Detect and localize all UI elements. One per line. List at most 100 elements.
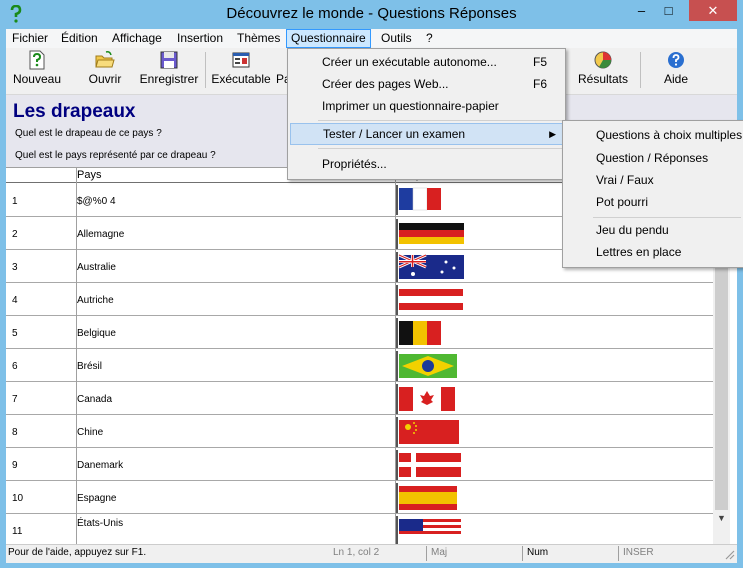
table-row[interactable]: 5 Belgique [6,316,713,349]
minimize-button[interactable]: – [628,0,655,21]
resultats-label: Résultats [577,72,629,86]
country-cell[interactable]: Espagne [77,493,116,504]
close-button[interactable]: ✕ [689,0,737,21]
menu-questionnaire[interactable]: Questionnaire [286,29,371,48]
spain-flag-icon [396,483,457,513]
menu-themes[interactable]: Thèmes [237,31,280,45]
menu-item-creer-executable[interactable]: Créer un exécutable autonome... F5 [290,51,563,73]
submenu-item-qcm[interactable]: Questions à choix multiples [596,128,742,142]
table-row[interactable]: 9 Danemark [6,448,713,481]
row-number: 11 [12,526,23,537]
submenu-item-lettres-en-place[interactable]: Lettres en place [596,245,681,259]
toolbar-separator [640,52,641,88]
menu-edition[interactable]: Édition [61,31,98,45]
scroll-down-arrow[interactable]: ▼ [713,510,730,527]
menu-fichier[interactable]: Fichier [12,31,48,45]
china-flag-icon [396,417,459,447]
country-cell[interactable]: Autriche [77,295,114,306]
menu-item-label: Créer un exécutable autonome... [322,55,497,69]
submenu-item-jeu-pendu[interactable]: Jeu du pendu [596,223,669,237]
question-line-1[interactable]: Quel est le drapeau de ce pays ? [15,128,162,139]
row-number: 3 [12,262,18,273]
open-folder-icon [95,51,115,68]
row-number: 9 [12,460,18,471]
nouveau-label: Nouveau [12,72,62,86]
aide-button[interactable]: Aide [656,50,696,86]
row-number: 8 [12,427,18,438]
menu-item-creer-pages-web[interactable]: Créer des pages Web... F6 [290,73,563,95]
table-row[interactable]: 10 Espagne [6,481,713,514]
new-document-icon [29,50,45,70]
table-row[interactable]: 6 Brésil [6,349,713,382]
resultats-button[interactable]: Résultats [574,50,632,86]
save-floppy-icon [160,51,178,69]
submenu-item-pot-pourri[interactable]: Pot pourri [596,195,648,209]
enregistrer-label: Enregistrer [139,72,199,86]
table-row[interactable]: 7 Canada [6,382,713,415]
status-position: Ln 1, col 2 [333,547,380,558]
menu-outils[interactable]: Outils [381,31,412,45]
status-num: Num [527,547,549,558]
column-header-pays[interactable]: Pays [77,169,101,183]
france-flag-icon [396,185,441,215]
submenu-separator [593,217,741,218]
country-cell[interactable]: Danemark [77,460,123,471]
country-cell[interactable]: Australie [77,262,116,273]
menu-item-label: Créer des pages Web... [322,77,449,91]
menu-item-imprimer[interactable]: Imprimer un questionnaire-papier [290,95,563,117]
submenu-item-vrai-faux[interactable]: Vrai / Faux [596,173,654,187]
executable-label: Exécutable [211,72,271,86]
status-help-text: Pour de l'aide, appuyez sur F1. [8,547,147,558]
table-row[interactable]: 4 Autriche [6,283,713,316]
menu-separator [318,148,563,149]
row-number: 4 [12,295,18,306]
question-line-2[interactable]: Quel est le pays représenté par ce drape… [15,150,216,161]
menu-item-label: Imprimer un questionnaire-papier [322,99,499,113]
status-separator [426,546,427,561]
menu-item-proprietes[interactable]: Propriétés... [290,153,563,175]
status-separator [522,546,523,561]
table-row[interactable]: 8 Chine [6,415,713,448]
aide-label: Aide [663,72,689,86]
menu-help[interactable]: ? [426,31,433,45]
resize-grip-icon[interactable] [723,548,735,560]
australia-flag-icon [396,252,464,282]
row-number: 7 [12,394,18,405]
status-inser: INSER [623,547,654,558]
status-maj: Maj [431,547,448,558]
country-cell[interactable]: $@%0 4 [77,196,116,207]
maximize-button[interactable]: □ [655,0,682,21]
submenu-item-question-reponses[interactable]: Question / Réponses [596,151,708,165]
menu-item-tester-examen[interactable]: Tester / Lancer un examen ▶ [290,123,565,145]
table-row[interactable]: 11 États-Unis [6,514,713,545]
executable-button[interactable]: Exécutable [210,50,272,86]
canada-flag-icon [396,384,455,414]
menu-item-shortcut: F5 [532,55,547,69]
country-cell[interactable]: Allemagne [77,229,124,240]
denmark-flag-icon [396,450,461,480]
row-number: 10 [12,493,24,504]
ouvrir-button[interactable]: Ouvrir [80,50,130,86]
enregistrer-button[interactable]: Enregistrer [136,50,202,86]
status-bar: Pour de l'aide, appuyez sur F1. Ln 1, co… [6,544,737,563]
title-bar[interactable]: Découvrez le monde - Questions Réponses … [0,0,743,29]
country-cell[interactable]: États-Unis [77,518,123,529]
usa-flag-icon [396,516,461,545]
country-cell[interactable]: Brésil [77,361,102,372]
column-divider [76,168,77,545]
questionnaire-menu: Créer un exécutable autonome... F5 Créer… [287,48,566,180]
brazil-flag-icon [396,351,457,381]
country-cell[interactable]: Belgique [77,328,116,339]
nouveau-button[interactable]: Nouveau [12,50,62,86]
column-divider [395,168,396,545]
menu-insertion[interactable]: Insertion [177,31,223,45]
page-title: Les drapeaux [13,101,136,122]
toolbar-separator [205,52,206,88]
country-cell[interactable]: Chine [77,427,103,438]
application-window: Découvrez le monde - Questions Réponses … [0,0,743,568]
menu-affichage[interactable]: Affichage [112,31,162,45]
country-cell[interactable]: Canada [77,394,112,405]
menu-bar: Fichier Édition Affichage Insertion Thèm… [6,29,737,48]
germany-flag-icon [396,219,464,249]
status-separator [618,546,619,561]
